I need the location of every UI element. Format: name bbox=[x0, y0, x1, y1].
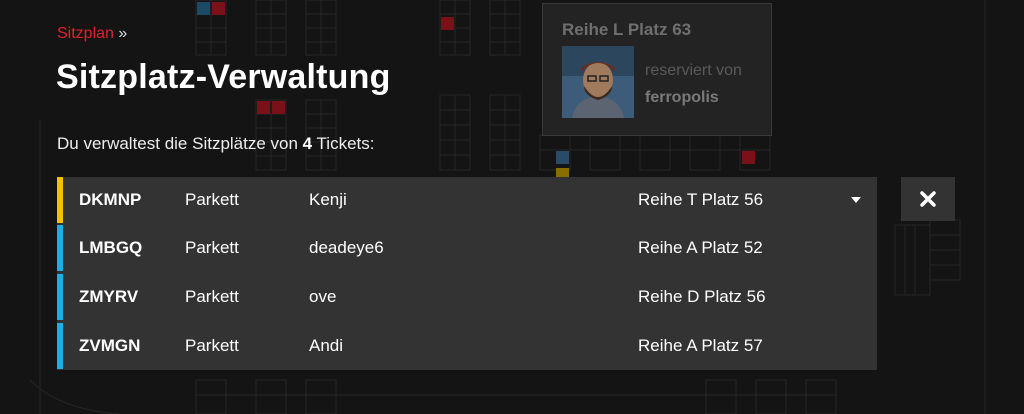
close-button[interactable] bbox=[901, 177, 955, 221]
ticket-row[interactable]: ZVMGN Parkett Andi Reihe A Platz 57 bbox=[57, 323, 877, 371]
intro-before: Du verwaltest die Sitzplätze von bbox=[57, 134, 303, 153]
breadcrumb: Sitzplan » bbox=[57, 25, 127, 43]
ticket-list: DKMNP Parkett Kenji Reihe T Platz 56 LMB… bbox=[57, 177, 877, 370]
intro-text: Du verwaltest die Sitzplätze von 4 Ticke… bbox=[57, 134, 375, 154]
ticket-seat: Reihe A Platz 52 bbox=[638, 238, 763, 257]
seat-tooltip: Reihe L Platz 63 reserviert von ferropol… bbox=[542, 3, 772, 136]
ticket-seat: Reihe D Platz 56 bbox=[638, 287, 766, 306]
ticket-row[interactable]: DKMNP Parkett Kenji Reihe T Platz 56 bbox=[57, 177, 877, 225]
ticket-color-stripe bbox=[57, 274, 63, 320]
ticket-code: ZMYRV bbox=[79, 287, 139, 306]
close-icon bbox=[920, 191, 936, 207]
ticket-holder: deadeye6 bbox=[309, 238, 384, 257]
ticket-category: Parkett bbox=[185, 238, 239, 257]
ticket-seat: Reihe T Platz 56 bbox=[638, 190, 764, 209]
chevron-down-icon[interactable] bbox=[851, 197, 861, 203]
ticket-color-stripe bbox=[57, 323, 63, 369]
avatar bbox=[562, 46, 634, 118]
ticket-row[interactable]: ZMYRV Parkett ove Reihe D Platz 56 bbox=[57, 274, 877, 322]
ticket-code: DKMNP bbox=[79, 190, 142, 209]
ticket-holder: Andi bbox=[309, 336, 344, 355]
ticket-holder: ove bbox=[309, 287, 337, 306]
seat-block bbox=[195, 0, 521, 56]
tooltip-seat-title: Reihe L Platz 63 bbox=[562, 20, 692, 39]
ticket-category: Parkett bbox=[185, 336, 239, 355]
breadcrumb-link-sitzplan[interactable]: Sitzplan bbox=[57, 25, 114, 42]
ticket-category: Parkett bbox=[185, 287, 239, 306]
ticket-row[interactable]: LMBGQ Parkett deadeye6 Reihe A Platz 52 bbox=[57, 225, 877, 273]
page-title: Sitzplatz-Verwaltung bbox=[56, 58, 391, 96]
breadcrumb-separator: » bbox=[118, 25, 128, 42]
ticket-color-stripe bbox=[57, 225, 63, 271]
tooltip-reserved-label: reserviert von bbox=[645, 62, 742, 79]
ticket-count: 4 bbox=[302, 134, 313, 153]
ticket-category: Parkett bbox=[185, 190, 239, 209]
ticket-color-stripe bbox=[57, 177, 63, 223]
ticket-holder: Kenji bbox=[309, 190, 347, 209]
ticket-code: ZVMGN bbox=[79, 336, 141, 355]
tooltip-username: ferropolis bbox=[645, 89, 719, 106]
intro-after: Tickets: bbox=[312, 134, 375, 153]
ticket-seat: Reihe A Platz 57 bbox=[638, 336, 763, 355]
ticket-code: LMBGQ bbox=[79, 238, 143, 257]
